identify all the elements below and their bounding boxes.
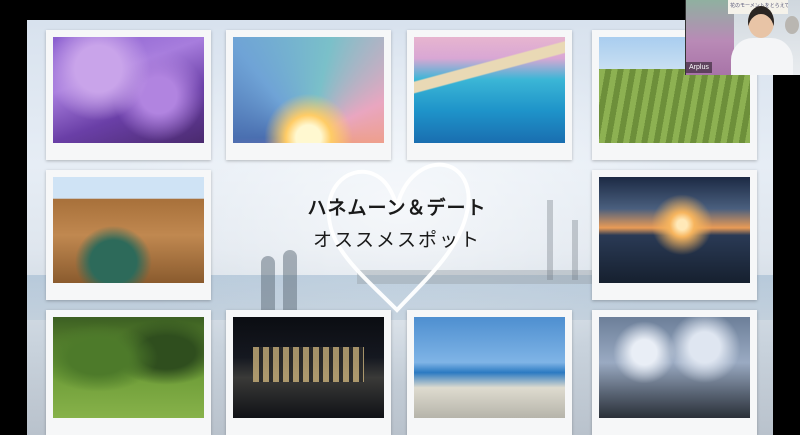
title-line-1: ハネムーン＆デート [307,197,487,219]
photo-image [233,37,384,143]
video-frame: ハネムーン＆デート オススメスポット 花のモーメントをとらえてみ。 Arplus [0,0,800,435]
photo-card-kangaroo [46,310,211,435]
koala-figure [785,16,799,34]
background-couple [259,248,309,318]
title-line-2: オススメスポット [312,229,481,251]
photo-image [599,177,750,283]
background-crane-2 [572,220,578,280]
slide-title: ハネムーン＆デート オススメスポット [267,195,527,255]
photo-card-jacaranda [46,30,211,160]
photo-image [414,37,565,143]
webcam-overlay: 花のモーメントをとらえてみ。 Arplus [685,0,800,75]
photo-image [414,317,565,418]
photo-image [53,177,204,283]
photo-card-sunset [592,170,757,300]
photo-card-sunrise-arch [226,30,391,160]
presenter-body [731,38,793,75]
photo-card-port-cranes [592,310,757,435]
photo-image [233,317,384,418]
photo-card-night-city [226,310,391,435]
photo-card-canyon [46,170,211,300]
photo-image [53,37,204,143]
webcam-name-label: Arplus [686,62,712,73]
photo-image [599,317,750,418]
presenter-head [748,6,774,38]
photo-card-pink-lake [407,30,572,160]
photo-image [53,317,204,418]
photo-card-beach [407,310,572,435]
presentation-slide: ハネムーン＆デート オススメスポット [27,20,773,435]
background-crane-1 [547,200,553,280]
